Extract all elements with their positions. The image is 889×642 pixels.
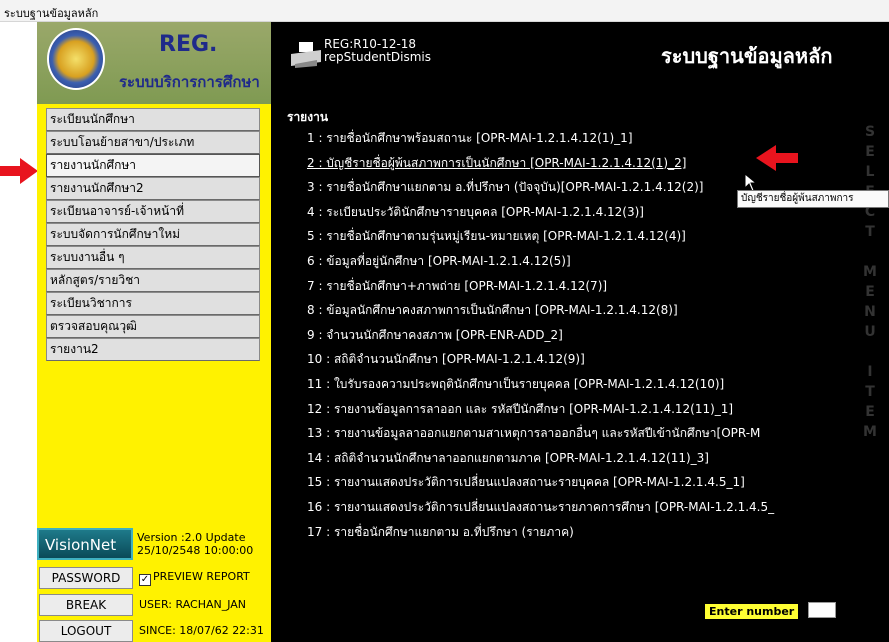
side-letter: E <box>865 144 875 160</box>
side-letter: T <box>865 224 875 240</box>
side-letter: T <box>865 384 875 400</box>
report-item[interactable]: 13 : รายงานข้อมูลลาออกแยกตามสาเหตุการลาอ… <box>307 421 867 446</box>
session-since: SINCE: 18/07/62 22:31 <box>139 624 264 637</box>
window-title: ระบบฐานข้อมูลหลัก <box>4 7 99 20</box>
side-letter: M <box>863 264 877 280</box>
break-button[interactable]: BREAK <box>39 594 133 616</box>
report-item[interactable]: 6 : ข้อมูลที่อยู่นักศึกษา [OPR-MAI-1.2.1… <box>307 249 867 274</box>
version-info: Version :2.0 Update 25/10/2548 10:00:00 <box>137 531 253 557</box>
report-item[interactable]: 12 : รายงานข้อมูลการลาออก และ รหัสปีนักศ… <box>307 397 867 422</box>
side-letter <box>862 242 878 262</box>
window-titlebar: ระบบฐานข้อมูลหลัก <box>0 0 889 22</box>
password-button[interactable]: PASSWORD <box>39 567 133 589</box>
logout-button[interactable]: LOGOUT <box>39 620 133 642</box>
menu-item-reports-2[interactable]: รายงาน2 <box>46 338 260 361</box>
menu-item-curriculum[interactable]: หลักสูตร/รายวิชา <box>46 269 260 292</box>
report-item[interactable]: 8 : ข้อมูลนักศึกษาคงสภาพการเป็นนักศึกษา … <box>307 298 867 323</box>
menu-item-student-reports-2[interactable]: รายงานนักศึกษา2 <box>46 177 260 200</box>
menu-item-other-systems[interactable]: ระบบงานอื่น ๆ <box>46 246 260 269</box>
side-letter: N <box>864 304 876 320</box>
report-item[interactable]: 16 : รายงานแสดงประวัติการเปลี่ยนแปลงสถาน… <box>307 495 867 520</box>
report-item[interactable]: 11 : ใบรับรองความประพฤตินักศึกษาเป็นรายบ… <box>307 372 867 397</box>
menu-item-transfer-system[interactable]: ระบบโอนย้ายสาขา/ประเภท <box>46 131 260 154</box>
report-item[interactable]: 17 : รายชื่อนักศึกษาแยกตาม อ.ที่ปรึกษา (… <box>307 520 867 545</box>
main-menu: ระเบียนนักศึกษา ระบบโอนย้ายสาขา/ประเภท ร… <box>46 108 260 361</box>
report-panel: REG:R10-12-18 repStudentDismis ระบบฐานข้… <box>271 22 889 642</box>
version-line: Version :2.0 Update <box>137 531 246 544</box>
side-letter: E <box>865 284 875 300</box>
tooltip: บัญชีรายชื่อผู้พ้นสภาพการ <box>737 190 889 208</box>
preview-report-checkbox[interactable]: ✓ <box>139 574 151 586</box>
menu-item-student-reports[interactable]: รายงานนักศึกษา <box>46 154 260 177</box>
enter-number-label: Enter number <box>705 604 799 619</box>
side-letter: L <box>865 164 875 180</box>
menu-item-staff-records[interactable]: ระเบียนอาจารย์-เจ้าหน้าที่ <box>46 200 260 223</box>
version-date: 25/10/2548 10:00:00 <box>137 544 254 557</box>
report-item[interactable]: 10 : สถิติจำนวนนักศึกษา [OPR-MAI-1.2.1.4… <box>307 347 867 372</box>
left-panel: REG. ระบบบริการการศึกษา ระเบียนนักศึกษา … <box>37 22 271 642</box>
report-item[interactable]: 5 : รายชื่อนักศึกษาตามรุ่นหมู่เรียน-หมาย… <box>307 224 867 249</box>
logo-area: REG. ระบบบริการการศึกษา <box>37 22 271 104</box>
report-heading: รายงาน <box>287 110 329 124</box>
menu-item-student-records[interactable]: ระเบียนนักศึกษา <box>46 108 260 131</box>
menu-pointer-arrow <box>0 158 38 184</box>
report-list: 1 : รายชื่อนักศึกษาพร้อมสถานะ [OPR-MAI-1… <box>307 126 867 544</box>
report-item[interactable]: 14 : สถิติจำนวนนักศึกษาลาออกแยกตามภาค [O… <box>307 446 867 471</box>
preview-report-label: PREVIEW REPORT <box>153 570 250 583</box>
preview-report-option[interactable]: ✓ PREVIEW REPORT <box>139 570 250 586</box>
side-letter: E <box>865 404 875 420</box>
enter-number-input[interactable] <box>808 602 836 618</box>
current-user: USER: RACHAN_JAN <box>139 598 247 611</box>
visionnet-logo: VisionNet <box>37 528 133 560</box>
side-letter: M <box>863 424 877 440</box>
report-pointer-arrow <box>756 145 798 171</box>
report-code: REG:R10-12-18 repStudentDismis <box>324 38 431 64</box>
report-item[interactable]: 7 : รายชื่อนักศึกษา+ภาพถ่าย [OPR-MAI-1.2… <box>307 274 867 299</box>
report-item[interactable]: 15 : รายงานแสดงประวัติการเปลี่ยนแปลงสถาน… <box>307 470 867 495</box>
side-letter: U <box>864 324 876 340</box>
menu-item-academic-records[interactable]: ระเบียนวิชาการ <box>46 292 260 315</box>
side-letter: I <box>867 364 873 380</box>
visionnet-label: VisionNet <box>45 536 117 554</box>
side-letter <box>862 342 878 362</box>
system-subtitle: ระบบบริการการศึกษา <box>119 73 260 91</box>
reg-logo-text: REG. <box>159 32 218 57</box>
menu-item-new-student-system[interactable]: ระบบจัดการนักศึกษาใหม่ <box>46 223 260 246</box>
report-name: repStudentDismis <box>324 50 432 64</box>
menu-item-qualification-check[interactable]: ตรวจสอบคุณวุฒิ <box>46 315 260 338</box>
report-item[interactable]: 9 : จำนวนนักศึกษาคงสภาพ [OPR-ENR-ADD_2] <box>307 323 867 348</box>
select-menu-item-vertical-text: S E L E C T M E N U I T E M <box>862 122 878 442</box>
university-seal-icon <box>47 28 105 90</box>
side-letter: S <box>864 124 876 140</box>
main-title: ระบบฐานข้อมูลหลัก <box>661 44 833 68</box>
printer-icon <box>291 42 321 68</box>
